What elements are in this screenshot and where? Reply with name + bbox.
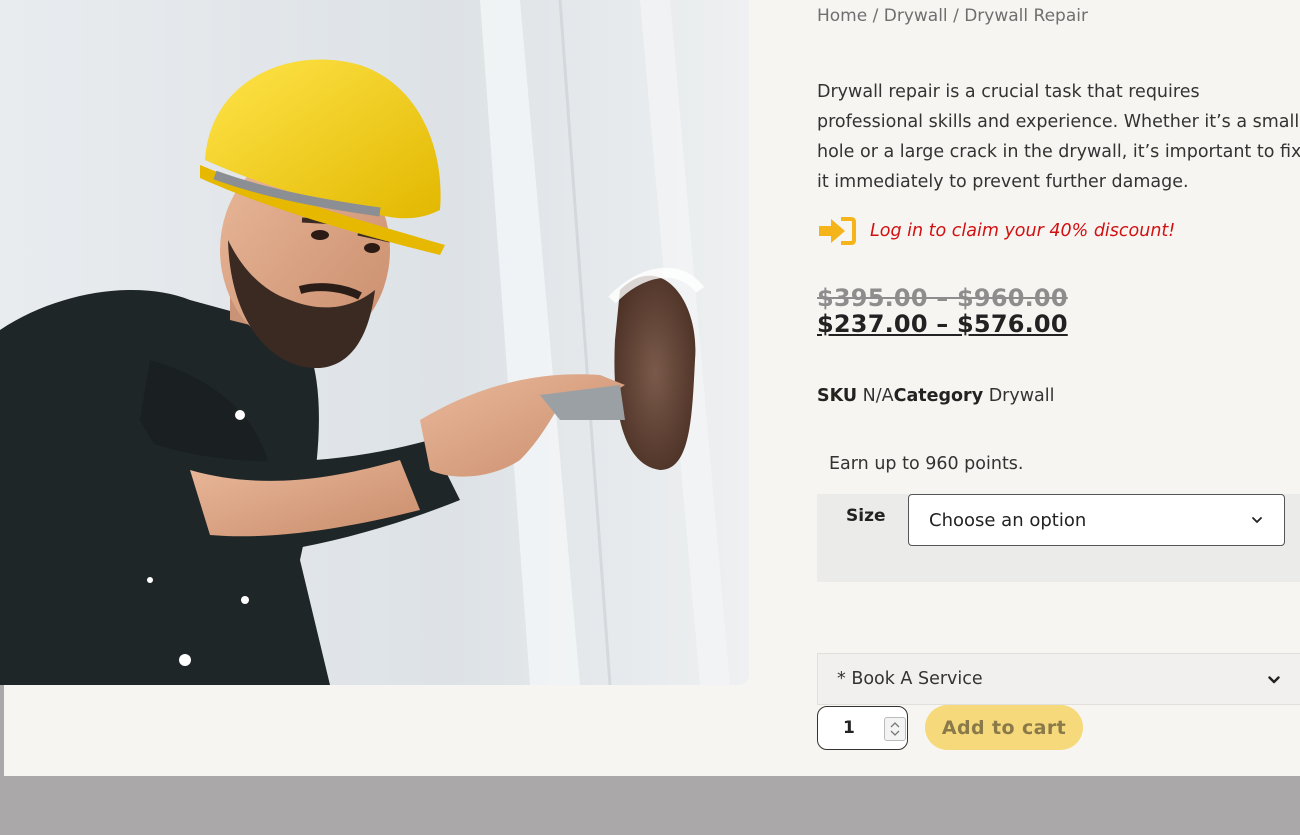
variations-table: Size Choose an option <box>817 494 1300 582</box>
sale-price-range: $237.00 – $576.00 <box>817 310 1068 338</box>
add-to-cart-button[interactable]: Add to cart <box>925 705 1083 750</box>
stepper-arrows-icon <box>890 722 900 736</box>
breadcrumb-category-link[interactable]: Drywall <box>884 6 948 26</box>
chevron-down-icon <box>1268 676 1280 684</box>
size-select[interactable]: Choose an option <box>908 494 1285 546</box>
login-discount-notice: Log in to claim your 40% discount! <box>817 216 1175 246</box>
breadcrumb-current: Drywall Repair <box>964 6 1088 26</box>
quantity-input[interactable]: 1 <box>817 706 908 750</box>
breadcrumb: Home / Drywall / Drywall Repair <box>817 6 1088 26</box>
quantity-value: 1 <box>843 718 855 738</box>
sku-value: N/A <box>862 386 894 406</box>
breadcrumb-separator: / <box>947 6 965 26</box>
quantity-stepper[interactable] <box>884 717 906 741</box>
size-select-value: Choose an option <box>929 509 1087 531</box>
breadcrumb-home-link[interactable]: Home <box>817 6 867 26</box>
worker-repairing-drywall-image <box>0 0 749 685</box>
category-link[interactable]: Drywall <box>989 386 1055 406</box>
book-service-dropdown[interactable]: * Book A Service <box>817 653 1300 705</box>
original-price-range: $395.00 – $960.00 <box>817 284 1068 312</box>
size-label: Size <box>846 506 886 526</box>
product-description: Drywall repair is a crucial task that re… <box>817 82 1300 192</box>
reward-points-message: Earn up to 960 points. <box>829 454 1024 474</box>
breadcrumb-separator: / <box>867 6 884 26</box>
sign-in-arrow-icon <box>819 217 856 245</box>
category-label: Category <box>893 386 984 406</box>
book-service-label: * Book A Service <box>837 669 983 689</box>
product-meta: SKU N/ACategory Drywall <box>817 386 1054 406</box>
chevron-down-icon <box>1252 517 1262 523</box>
sku-label: SKU <box>817 386 858 406</box>
login-discount-link[interactable]: Log in to claim your 40% discount! <box>870 221 1175 241</box>
page-content: Home / Drywall / Drywall Repair Drywall … <box>0 0 1300 776</box>
product-image[interactable] <box>0 0 749 685</box>
